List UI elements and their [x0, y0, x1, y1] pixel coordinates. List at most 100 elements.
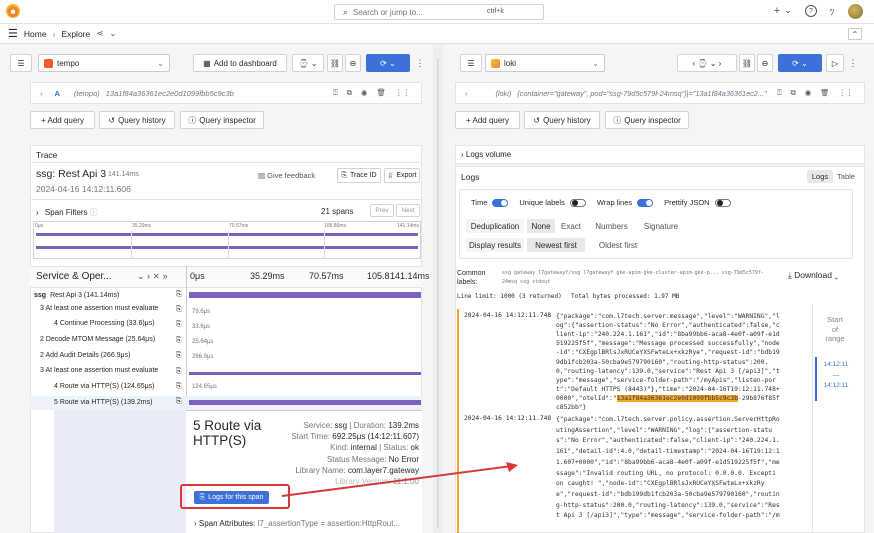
logs-link-icon[interactable]: ⎘ — [176, 398, 182, 406]
left-add-query-button[interactable]: + Add query — [30, 111, 95, 129]
range-start-button[interactable]: Start of range — [815, 315, 855, 344]
new-chevron-icon[interactable]: ⌄ — [784, 4, 792, 16]
right-link-button[interactable]: ⛓ — [739, 54, 755, 72]
right-pane-toggle-button[interactable]: ☰ — [460, 54, 482, 72]
help-icon[interactable]: ? — [805, 5, 817, 17]
trace-id-button[interactable]: ⎘ Trace ID — [337, 168, 381, 183]
export-button[interactable]: ⇩ Export — [384, 168, 420, 183]
right-drag-icon[interactable]: ⋮⋮ — [838, 88, 853, 98]
unique-labels-label: Unique labels — [519, 198, 565, 207]
dedup-numbers[interactable]: Numbers — [589, 219, 634, 233]
logs-link-icon[interactable]: ⎘ — [176, 337, 182, 345]
download-button[interactable]: ⤓ Download ⌄ — [788, 270, 838, 281]
time-toggle[interactable] — [492, 198, 509, 207]
right-query-chevron-icon[interactable]: › — [465, 89, 467, 98]
menu-icon[interactable]: ☰ — [8, 27, 18, 40]
span-row[interactable]: 4 Continue Processing (33.6)μs) — [30, 317, 422, 330]
new-plus-button[interactable]: + — [772, 5, 782, 17]
right-query-inspector-button[interactable]: ⓘ Query inspector — [605, 111, 689, 129]
tab-logs[interactable]: Logs — [807, 170, 833, 183]
logs-volume-panel[interactable] — [455, 145, 865, 164]
library-name-label: Library Name: — [295, 465, 346, 475]
share-icon[interactable]: ⋖ — [96, 28, 103, 39]
logs-for-this-span-button[interactable]: ⎘ Logs for this span — [194, 491, 269, 504]
search-bar[interactable]: ⌕ Search or jump to... ctrl+k — [334, 4, 544, 20]
right-more-icon[interactable]: ⋮ — [848, 56, 858, 70]
line-limit: Line limit: 1000 (3 returned) — [457, 293, 562, 300]
right-add-query-button[interactable]: + Add query — [455, 111, 520, 129]
pane-splitter-handle[interactable] — [437, 58, 439, 528]
prettify-json-toggle[interactable] — [714, 198, 731, 207]
avatar[interactable] — [848, 4, 863, 19]
otel-id-highlight[interactable]: 13a1f84a36361ec2e0d1099fbb5c9c3b — [616, 394, 738, 402]
span-attributes-label: Span Attributes: — [198, 519, 256, 528]
right-time-picker-button[interactable]: ‹ ⌚ ⌄ › — [677, 54, 737, 72]
left-trash-icon[interactable]: 🗑 — [376, 88, 386, 98]
left-refresh-button[interactable]: ⟳ ⌄ — [366, 54, 410, 72]
left-copy-icon[interactable]: ⧉ — [347, 88, 352, 98]
left-more-icon[interactable]: ⋮ — [415, 56, 425, 70]
add-to-dashboard-button[interactable]: ▦ Add to dashboard — [193, 54, 287, 72]
left-help-icon[interactable]: ⍰ — [333, 88, 338, 98]
display-oldest-first[interactable]: Oldest first — [590, 238, 646, 252]
right-datasource-select[interactable]: loki ⌄ — [485, 54, 605, 72]
start-time-value: 692.25μs (14:12:11.607) — [332, 432, 419, 442]
breadcrumb-home[interactable]: Home — [24, 29, 47, 39]
left-query-chevron-icon[interactable]: › — [40, 89, 43, 98]
wrap-lines-toggle[interactable] — [637, 198, 654, 207]
span-attributes-row[interactable]: › Span Attributes: l7_assertionType = as… — [194, 519, 400, 528]
left-query-inspector-button[interactable]: ⓘ Query inspector — [180, 111, 264, 129]
left-pane-toggle-button[interactable]: ☰ — [10, 54, 32, 72]
breadcrumb-explore[interactable]: Explore — [61, 29, 90, 39]
right-help-icon[interactable]: ⍰ — [777, 88, 781, 98]
right-refresh-button[interactable]: ⟳ ⌄ — [778, 54, 822, 72]
logs-link-icon[interactable]: ⎘ — [176, 383, 182, 391]
right-zoom-out-button[interactable]: ⊖ — [757, 54, 773, 72]
tab-table[interactable]: Table — [833, 170, 859, 183]
left-query-history-button[interactable]: ↺ Query history — [99, 111, 175, 129]
grafana-logo-icon[interactable] — [6, 4, 20, 18]
left-zoom-out-button[interactable]: ⊖ — [345, 54, 361, 72]
trace-minimap[interactable]: 0μs 35.29ms 70.57ms 105.86ms 141.14ms — [33, 221, 421, 259]
span-row[interactable]: 4 Route via HTTP(S) (124.65μs) — [30, 380, 422, 393]
span-row[interactable]: 2 Add Audit Details (266.9μs) — [30, 349, 422, 362]
collapse-chevron-icon[interactable]: ⌃ — [848, 28, 862, 40]
logs-link-icon[interactable]: ⎘ — [176, 352, 182, 360]
right-trash-icon[interactable]: 🗑 — [820, 88, 829, 98]
left-time-picker-button[interactable]: ⌚ ⌄ — [292, 54, 324, 72]
minimap-tick-3: 105.86ms — [324, 223, 346, 229]
next-button[interactable]: Next — [396, 204, 420, 217]
left-link-button[interactable]: ⛓ — [327, 54, 343, 72]
give-feedback-link[interactable]: ▤ Give feedback — [258, 171, 315, 180]
display-newest-first[interactable]: Newest first — [527, 238, 585, 252]
logs-volume-toggle[interactable]: › Logs volume — [461, 150, 511, 159]
rss-icon[interactable]: ﾂ — [826, 5, 838, 17]
duration-label: Duration: — [353, 421, 387, 430]
span-filters-toggle[interactable]: › Span Filters ⓘ — [36, 207, 98, 218]
left-datasource-select[interactable]: tempo ⌄ — [38, 54, 170, 72]
chevron-down-icon[interactable]: ⌄ — [109, 28, 116, 39]
dedup-signature[interactable]: Signature — [636, 219, 686, 233]
right-copy-icon[interactable]: ⧉ — [791, 88, 796, 98]
right-eye-icon[interactable]: ◉ — [805, 88, 811, 98]
left-eye-icon[interactable]: ◉ — [361, 88, 368, 98]
left-query-value[interactable]: 13a1f84a36361ec2e0d1099fbb5c9c3b — [106, 89, 234, 98]
left-drag-icon[interactable]: ⋮⋮ — [395, 88, 410, 98]
dedup-exact[interactable]: Exact — [556, 219, 586, 233]
span-row[interactable]: 3 At least one assertion must evaluate — [30, 364, 422, 377]
right-query-history-button[interactable]: ↺ Query history — [524, 111, 600, 129]
header-collapse-icons[interactable]: ⌄ › ⨯ » — [137, 271, 168, 282]
span-row[interactable]: 2 Decode MTOM Message (25.64μs) — [30, 333, 422, 346]
logs-link-icon[interactable]: ⎘ — [176, 321, 182, 329]
span-row[interactable]: 3 At least one assertion must evaluate — [30, 302, 422, 315]
dedup-none[interactable]: None — [527, 219, 555, 233]
logs-link-icon[interactable]: ⎘ — [176, 368, 182, 376]
logs-link-icon[interactable]: ⎘ — [176, 291, 182, 299]
range-indicator[interactable]: 14:12:11 — 14:12:11 — [815, 357, 855, 401]
left-query-letter[interactable]: A — [55, 89, 60, 98]
unique-labels-toggle[interactable] — [569, 198, 586, 207]
logs-link-icon[interactable]: ⎘ — [176, 306, 182, 314]
prev-button[interactable]: Prev — [370, 204, 394, 217]
live-tail-button[interactable]: ▷ — [826, 54, 844, 72]
right-query-value[interactable]: {container="gateway", pod="ssg-79d5c579f… — [517, 89, 766, 98]
